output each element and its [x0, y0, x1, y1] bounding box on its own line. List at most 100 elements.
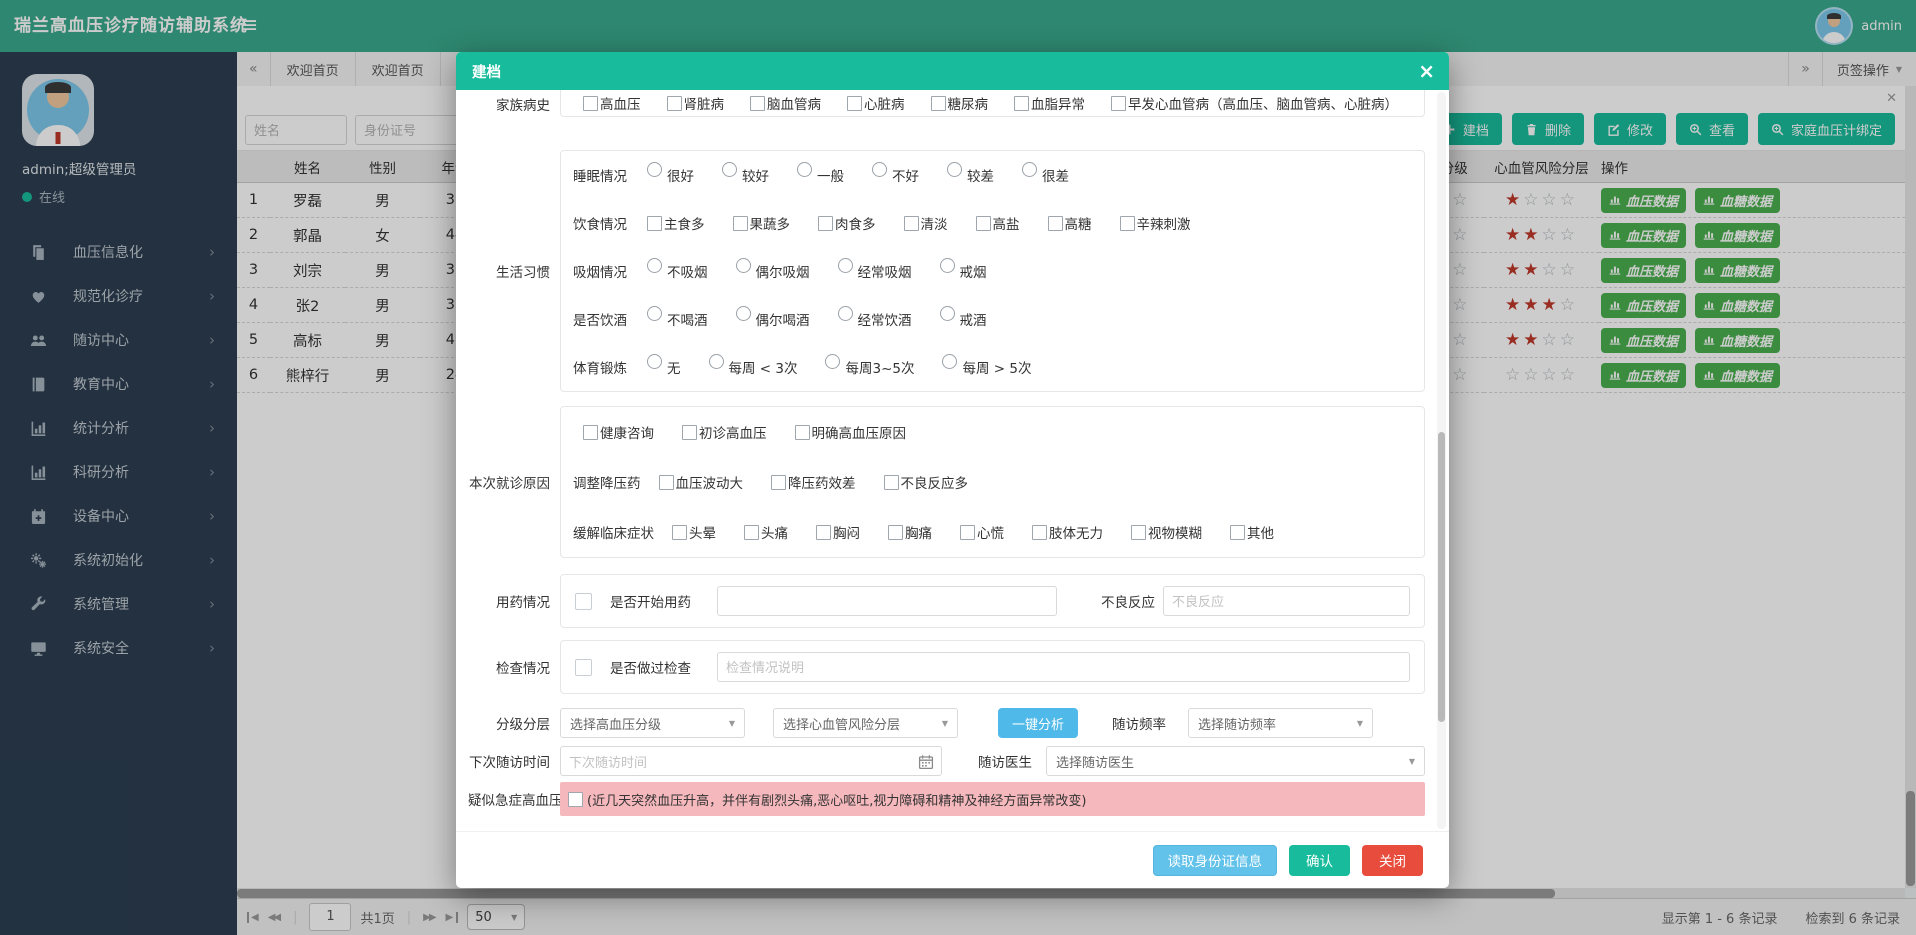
checkbox-option[interactable]: 血脂异常: [1014, 93, 1085, 113]
checkbox-option[interactable]: 胸痛: [888, 522, 932, 542]
radio-option[interactable]: 不好: [872, 165, 919, 185]
option-row-label: 饮食情况: [573, 213, 631, 233]
option-label: 头痛: [761, 522, 788, 542]
grading-label: 分级分层: [468, 713, 560, 733]
lifestyle-label: 生活习惯: [468, 261, 560, 281]
radio: [838, 306, 853, 321]
checkbox-option[interactable]: 视物模糊: [1131, 522, 1202, 542]
hypertension-grade-select[interactable]: 选择高血压分级▼: [560, 708, 745, 738]
checkbox-option[interactable]: 血压波动大: [659, 472, 744, 492]
radio-option[interactable]: 经常饮酒: [838, 309, 912, 329]
medication-start-checkbox[interactable]: [575, 593, 592, 610]
checkbox-option[interactable]: 肉食多: [818, 213, 876, 233]
radio-option[interactable]: 戒酒: [940, 309, 987, 329]
option-label: 经常饮酒: [858, 309, 912, 329]
checkbox-option[interactable]: 头晕: [672, 522, 716, 542]
radio-option[interactable]: 很差: [1022, 165, 1069, 185]
checkbox-option[interactable]: 主食多: [647, 213, 705, 233]
radio-option[interactable]: 不喝酒: [647, 309, 708, 329]
emergency-checkbox[interactable]: [568, 792, 583, 807]
checkbox-option[interactable]: 心脏病: [847, 93, 905, 113]
radio-option[interactable]: 每周 < 3次: [709, 357, 798, 377]
radio-option[interactable]: 不吸烟: [647, 261, 708, 281]
read-id-card-button[interactable]: 读取身份证信息: [1153, 845, 1278, 876]
follow-up-doctor-select[interactable]: 选择随访医生▼: [1046, 746, 1425, 776]
next-visit-date-input[interactable]: 下次随访时间: [560, 746, 942, 776]
radio: [825, 354, 840, 369]
option-row: 体育锻炼无每周 < 3次每周3~5次每周 > 5次: [561, 343, 1424, 391]
modal-scrollbar-thumb[interactable]: [1438, 432, 1445, 722]
medication-input[interactable]: [717, 586, 1057, 616]
checkbox: [960, 525, 975, 540]
radio-option[interactable]: 戒烟: [940, 261, 987, 281]
option-group: 头晕 头痛 胸闷 胸痛 心慌 肢体无力 视物模糊 其他: [672, 522, 1274, 542]
radio-option[interactable]: 较差: [947, 165, 994, 185]
checkbox: [1111, 96, 1126, 111]
grading-controls: 选择高血压分级▼ 选择心血管风险分层▼ 一键分析 随访频率 选择随访频率▼: [560, 708, 1425, 738]
checkbox-option[interactable]: 头痛: [744, 522, 788, 542]
option-label: 很差: [1042, 165, 1069, 185]
option-label: 高盐: [993, 213, 1020, 233]
family-history-row: 家族病史 高血压肾脏病脑血管病心脏病糖尿病血脂异常早发心血管病（高血压、脑血管病…: [468, 90, 1425, 117]
calendar-icon[interactable]: [918, 754, 934, 770]
adverse-reaction-input[interactable]: [1163, 586, 1410, 616]
option-label: 视物模糊: [1148, 522, 1202, 542]
checkbox-option[interactable]: 肾脏病: [667, 93, 725, 113]
checkbox-option[interactable]: 清淡: [904, 213, 948, 233]
radio: [838, 258, 853, 273]
checkbox-option[interactable]: 不良反应多: [884, 472, 969, 492]
confirm-button[interactable]: 确认: [1289, 845, 1350, 876]
option-label: 胸闷: [833, 522, 860, 542]
checkbox-option[interactable]: 明确高血压原因: [795, 422, 907, 442]
examination-input[interactable]: [717, 652, 1410, 682]
close-button[interactable]: 关闭: [1362, 845, 1423, 876]
radio-option[interactable]: 一般: [797, 165, 844, 185]
checkbox-option[interactable]: 降压药效差: [771, 472, 856, 492]
option-label: 其他: [1247, 522, 1274, 542]
radio-option[interactable]: 偶尔吸烟: [736, 261, 810, 281]
option-label: 辛辣刺激: [1137, 213, 1191, 233]
checkbox-option[interactable]: 其他: [1230, 522, 1274, 542]
checkbox-option[interactable]: 早发心血管病（高血压、脑血管病、心脏病）: [1111, 93, 1398, 113]
radio-option[interactable]: 偶尔喝酒: [736, 309, 810, 329]
emergency-text: (近几天突然血压升高，并伴有剧烈头痛,恶心呕吐,视力障碍和精神及神经方面异常改变…: [587, 790, 1086, 809]
chevron-down-icon: ▼: [942, 719, 948, 728]
modal-close-icon[interactable]: ×: [1418, 61, 1435, 81]
checkbox-option[interactable]: 高盐: [976, 213, 1020, 233]
option-row: 缓解临床症状头晕头痛胸闷胸痛心慌肢体无力视物模糊其他: [561, 507, 1424, 557]
option-label: 每周 < 3次: [729, 357, 798, 377]
option-row-label: 是否饮酒: [573, 309, 631, 329]
option-label: 早发心血管病（高血压、脑血管病、心脏病）: [1128, 93, 1398, 113]
examination-done-checkbox[interactable]: [575, 659, 592, 676]
radio-option[interactable]: 很好: [647, 165, 694, 185]
follow-up-frequency-select[interactable]: 选择随访频率▼: [1188, 708, 1373, 738]
radio-option[interactable]: 较好: [722, 165, 769, 185]
radio-option[interactable]: 每周 > 5次: [942, 357, 1031, 377]
option-label: 较差: [967, 165, 994, 185]
checkbox: [583, 96, 598, 111]
option-label: 降压药效差: [788, 472, 856, 492]
option-label: 经常吸烟: [858, 261, 912, 281]
cv-risk-select[interactable]: 选择心血管风险分层▼: [773, 708, 958, 738]
checkbox-option[interactable]: 高糖: [1048, 213, 1092, 233]
radio-option[interactable]: 每周3~5次: [825, 357, 914, 377]
checkbox: [682, 425, 697, 440]
option-label: 初诊高血压: [699, 422, 767, 442]
checkbox: [816, 525, 831, 540]
option-label: 头晕: [689, 522, 716, 542]
checkbox-option[interactable]: 肢体无力: [1032, 522, 1103, 542]
checkbox-option[interactable]: 心慌: [960, 522, 1004, 542]
checkbox-option[interactable]: 糖尿病: [931, 93, 989, 113]
checkbox-option[interactable]: 高血压: [583, 93, 641, 113]
option-row-label: 调整降压药: [573, 472, 641, 492]
checkbox-option[interactable]: 健康咨询: [583, 422, 654, 442]
checkbox-option[interactable]: 脑血管病: [750, 93, 821, 113]
checkbox-option[interactable]: 初诊高血压: [682, 422, 767, 442]
checkbox-option[interactable]: 胸闷: [816, 522, 860, 542]
option-label: 心慌: [977, 522, 1004, 542]
checkbox-option[interactable]: 辛辣刺激: [1120, 213, 1191, 233]
radio-option[interactable]: 经常吸烟: [838, 261, 912, 281]
checkbox-option[interactable]: 果蔬多: [733, 213, 791, 233]
radio-option[interactable]: 无: [647, 357, 681, 377]
one-click-analyze-button[interactable]: 一键分析: [998, 708, 1078, 738]
